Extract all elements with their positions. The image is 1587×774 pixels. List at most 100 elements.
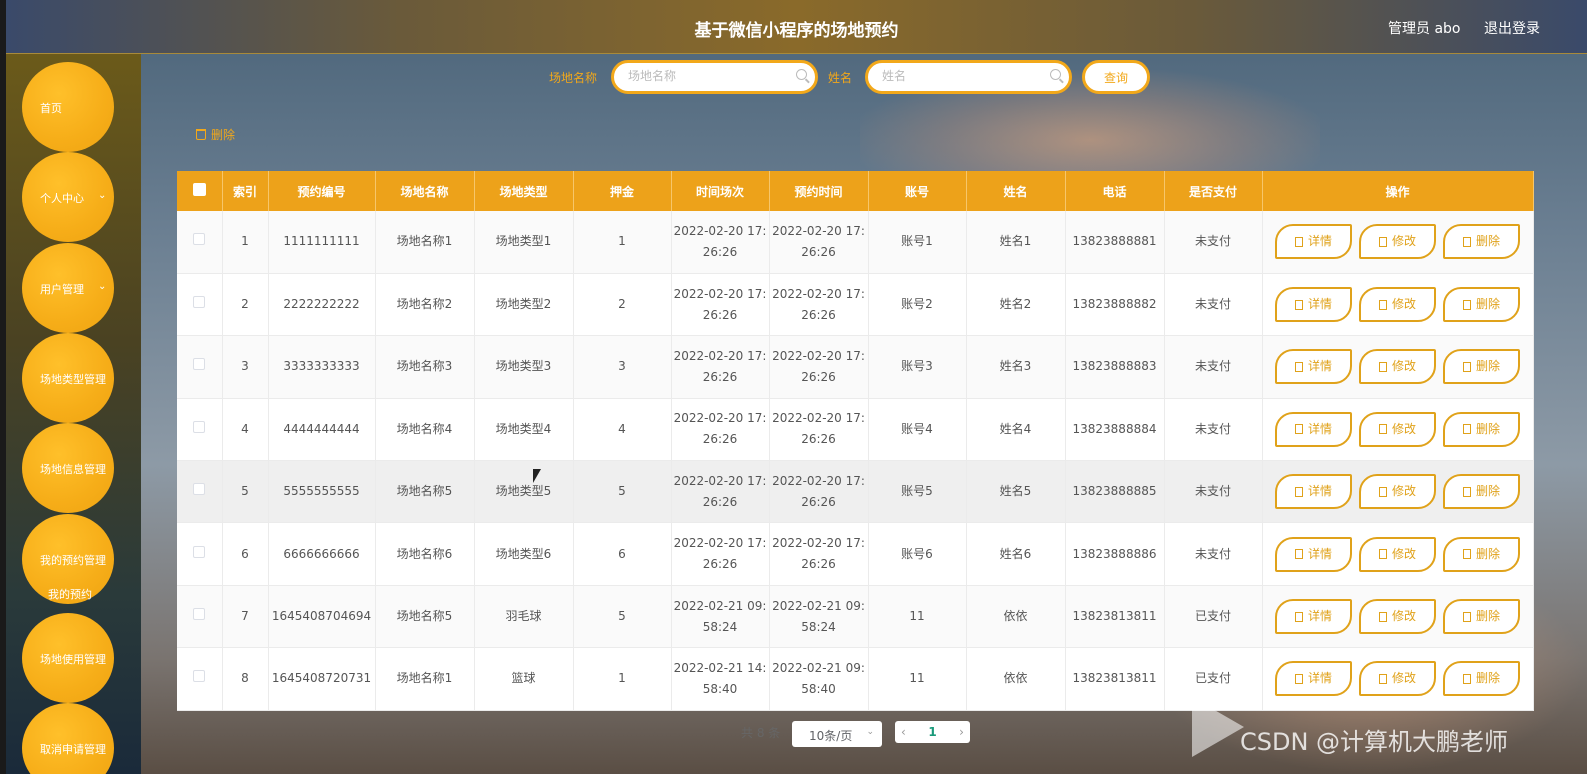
page-size-select[interactable]: 10条/页 ⌄ (792, 721, 882, 747)
venue-search-box (611, 60, 818, 94)
sidebar-item-label: 取消申请管理 (40, 743, 106, 756)
sidebar-item-profile[interactable]: 个人中心 ⌄ (22, 152, 114, 242)
edit-button[interactable]: 修改 (1359, 599, 1436, 635)
query-button[interactable]: 查询 (1082, 60, 1150, 94)
edit-button[interactable]: 修改 (1359, 536, 1436, 572)
sidebar-item-users[interactable]: 用户管理 ⌄ (22, 243, 114, 333)
delete-button[interactable]: 删除 (1443, 474, 1520, 510)
detail-button[interactable]: 详情 (1275, 349, 1352, 385)
sidebar-subitem-my-booking[interactable]: 我的预约 (48, 586, 92, 602)
detail-button[interactable]: 详情 (1275, 599, 1352, 635)
current-page[interactable]: 1 (928, 725, 936, 739)
column-header: 时间场次 (671, 171, 770, 211)
action-label: 删除 (1475, 546, 1500, 561)
table-cell: 1645408720731 (268, 647, 376, 711)
trash-icon (1462, 486, 1471, 497)
edit-button[interactable]: 修改 (1359, 474, 1436, 510)
edit-icon (1378, 611, 1387, 622)
select-cell (177, 211, 223, 274)
detail-button[interactable]: 详情 (1275, 411, 1352, 447)
action-label: 修改 (1391, 297, 1416, 312)
action-label: 详情 (1307, 234, 1332, 249)
table-cell: 账号5 (868, 460, 967, 524)
edit-button[interactable]: 修改 (1359, 287, 1436, 323)
select-cell (177, 335, 223, 399)
row-checkbox[interactable] (193, 545, 206, 558)
table-cell: 场地名称1 (375, 211, 475, 274)
edit-button[interactable]: 修改 (1359, 661, 1436, 697)
delete-button[interactable]: 删除 (1443, 599, 1520, 635)
name-input[interactable] (882, 63, 1042, 89)
table-cell: 场地类型4 (474, 398, 574, 462)
edit-button[interactable]: 修改 (1359, 349, 1436, 385)
edit-icon (1378, 361, 1387, 372)
venue-name-input[interactable] (628, 63, 788, 89)
table-row: 1 1111111111 场地名称1 场地类型1 1 2022-02-20 17:26:2… (177, 211, 1534, 274)
table-cell: 场地名称1 (375, 647, 475, 711)
detail-button[interactable]: 详情 (1275, 287, 1352, 323)
detail-button[interactable]: 详情 (1275, 224, 1352, 260)
action-label: 删除 (1475, 359, 1500, 374)
detail-button[interactable]: 详情 (1275, 536, 1352, 572)
sidebar-item-venue-types[interactable]: 场地类型管理 (22, 333, 114, 423)
delete-button[interactable]: 删除 (1443, 287, 1520, 323)
delete-button[interactable]: 删除 (1443, 224, 1520, 260)
delete-button[interactable]: 删除 (1443, 411, 1520, 447)
edit-button[interactable]: 修改 (1359, 224, 1436, 260)
detail-button[interactable]: 详情 (1275, 661, 1352, 697)
table-cell: 姓名5 (966, 460, 1066, 524)
actions-cell: 详情 修改 删除 (1262, 460, 1534, 524)
edit-icon (1378, 486, 1387, 497)
table-cell: 2022-02-20 17:26:26 (671, 522, 770, 586)
sidebar-item-venue-usage[interactable]: 场地使用管理 (22, 613, 114, 703)
table-row: 3 3333333333 场地名称3 场地类型3 3 2022-02-20 17:26:2… (177, 335, 1534, 399)
actions-cell: 详情 修改 删除 (1262, 335, 1534, 399)
table-cell: 场地名称2 (375, 273, 475, 337)
table-cell: 2022-02-21 09:58:40 (769, 647, 869, 711)
row-checkbox[interactable] (193, 296, 206, 309)
prev-page-icon[interactable]: ‹ (901, 725, 906, 739)
table-cell: 5 (573, 585, 672, 649)
table-cell: 场地类型2 (474, 273, 574, 337)
trash-icon (1462, 236, 1471, 247)
delete-button[interactable]: 删除 (1443, 536, 1520, 572)
sidebar-item-label: 用户管理 (40, 283, 84, 296)
action-label: 删除 (1475, 234, 1500, 249)
edit-button[interactable]: 修改 (1359, 411, 1436, 447)
delete-button[interactable]: 删除 (1443, 349, 1520, 385)
logout-link[interactable]: 退出登录 (1484, 18, 1540, 38)
row-checkbox[interactable] (193, 233, 206, 246)
row-checkbox[interactable] (193, 483, 206, 496)
table-cell: 2022-02-20 17:26:26 (671, 398, 770, 462)
row-checkbox[interactable] (193, 358, 206, 371)
table-cell: 13823888885 (1065, 460, 1165, 524)
row-checkbox[interactable] (193, 608, 206, 621)
sidebar-item-label: 个人中心 (40, 192, 84, 205)
action-label: 删除 (1475, 671, 1500, 686)
table-body: 1 1111111111 场地名称1 场地类型1 1 2022-02-20 17:26:2… (177, 211, 1534, 711)
bulk-delete-button[interactable]: 删除 (196, 126, 235, 143)
doc-icon (1294, 424, 1303, 435)
row-checkbox[interactable] (193, 420, 206, 433)
table-cell: 2022-02-20 17:26:26 (769, 398, 869, 462)
table-cell: 2022-02-20 17:26:26 (769, 211, 869, 274)
select-all-checkbox[interactable] (192, 183, 206, 196)
trash-icon (1462, 673, 1471, 684)
detail-button[interactable]: 详情 (1275, 474, 1352, 510)
action-label: 详情 (1307, 546, 1332, 561)
doc-icon (1294, 549, 1303, 560)
table-cell: 账号1 (868, 211, 967, 274)
table-cell: 1 (573, 211, 672, 274)
select-cell (177, 647, 223, 711)
column-header: 索引 (222, 171, 269, 211)
delete-button[interactable]: 删除 (1443, 661, 1520, 697)
sidebar-item-home[interactable]: 首页 (22, 62, 114, 152)
select-cell (177, 273, 223, 337)
table-cell: 1645408704694 (268, 585, 376, 649)
bulk-delete-label: 删除 (211, 128, 236, 142)
trash-icon (1462, 611, 1471, 622)
row-checkbox[interactable] (193, 670, 206, 683)
edit-icon (1378, 299, 1387, 310)
next-page-icon[interactable]: › (959, 725, 964, 739)
sidebar-item-venue-info[interactable]: 场地信息管理 (22, 423, 114, 513)
